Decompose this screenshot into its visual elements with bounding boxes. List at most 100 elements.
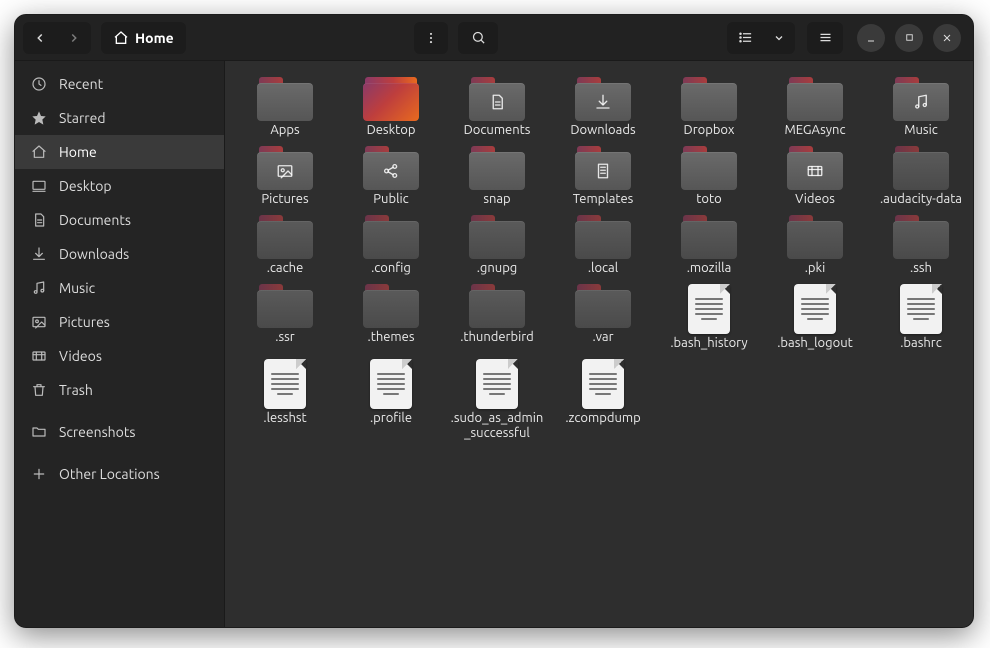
file-item--zcompdump[interactable]: .zcompdump — [553, 357, 653, 441]
file-manager-window: Home — [14, 14, 974, 628]
folder-item--ssr[interactable]: .ssr — [235, 282, 335, 351]
sidebar-item-label: Other Locations — [59, 466, 160, 482]
folder-item--pki[interactable]: .pki — [765, 213, 865, 276]
folder-item-dropbox[interactable]: Dropbox — [659, 75, 759, 138]
item-label: .pki — [805, 261, 826, 276]
maximize-button[interactable] — [895, 24, 923, 52]
folder-item--audacity-data[interactable]: .audacity-data — [871, 144, 971, 207]
hidden-folder-icon — [257, 215, 313, 259]
file-icon — [476, 359, 518, 409]
folder-item-apps[interactable]: Apps — [235, 75, 335, 138]
template-icon — [594, 162, 612, 180]
view-dropdown-button[interactable] — [763, 22, 795, 54]
file-item--profile[interactable]: .profile — [341, 357, 441, 441]
folder-item-downloads[interactable]: Downloads — [553, 75, 653, 138]
folder-item--mozilla[interactable]: .mozilla — [659, 213, 759, 276]
folder-icon — [363, 146, 419, 190]
sidebar-item-screenshots[interactable]: Screenshots — [15, 415, 224, 449]
minimize-button[interactable] — [857, 24, 885, 52]
item-label: .ssh — [910, 261, 932, 276]
file-item--sudo-as-admin-successful[interactable]: .sudo_as_admin_successful — [447, 357, 547, 441]
folder-icon — [469, 146, 525, 190]
file-item--lesshst[interactable]: .lesshst — [235, 357, 335, 441]
folder-item--var[interactable]: .var — [553, 282, 653, 351]
sidebar-item-home[interactable]: Home — [15, 135, 224, 169]
item-label: MEGAsync — [784, 123, 845, 138]
sidebar-item-music[interactable]: Music — [15, 271, 224, 305]
document-icon — [31, 212, 47, 228]
folder-item-pictures[interactable]: Pictures — [235, 144, 335, 207]
folder-item-videos[interactable]: Videos — [765, 144, 865, 207]
sidebar: Recent Starred Home Desktop Documents Do… — [15, 61, 225, 627]
back-button[interactable] — [23, 22, 57, 54]
folder-icon — [787, 146, 843, 190]
sidebar-item-starred[interactable]: Starred — [15, 101, 224, 135]
sidebar-item-label: Starred — [59, 110, 106, 126]
folder-item--cache[interactable]: .cache — [235, 213, 335, 276]
folder-item-megasync[interactable]: MEGAsync — [765, 75, 865, 138]
video-icon — [806, 162, 824, 180]
sidebar-item-label: Trash — [59, 382, 93, 398]
file-icon — [688, 284, 730, 334]
item-label: .lesshst — [263, 411, 306, 426]
document-icon — [488, 93, 506, 111]
folder-icon — [469, 77, 525, 121]
item-label: .ssr — [275, 330, 294, 345]
chevron-right-icon — [67, 31, 81, 45]
folder-item--ssh[interactable]: .ssh — [871, 213, 971, 276]
folder-item--thunderbird[interactable]: .thunderbird — [447, 282, 547, 351]
path-bar[interactable]: Home — [101, 22, 186, 54]
folder-item--themes[interactable]: .themes — [341, 282, 441, 351]
forward-button[interactable] — [57, 22, 91, 54]
folder-item--gnupg[interactable]: .gnupg — [447, 213, 547, 276]
sidebar-item-desktop[interactable]: Desktop — [15, 169, 224, 203]
sidebar-item-downloads[interactable]: Downloads — [15, 237, 224, 271]
hidden-folder-icon — [575, 284, 631, 328]
folder-icon — [575, 146, 631, 190]
sidebar-item-videos[interactable]: Videos — [15, 339, 224, 373]
hidden-folder-icon — [469, 215, 525, 259]
file-item--bashrc[interactable]: .bashrc — [871, 282, 971, 351]
music-icon — [912, 93, 930, 111]
folder-item--config[interactable]: .config — [341, 213, 441, 276]
list-view-button[interactable] — [727, 22, 763, 54]
folder-item-public[interactable]: Public — [341, 144, 441, 207]
item-label: .thunderbird — [460, 330, 534, 345]
search-button[interactable] — [458, 22, 498, 54]
close-button[interactable] — [933, 24, 961, 52]
file-item--bash-logout[interactable]: .bash_logout — [765, 282, 865, 351]
sidebar-item-pictures[interactable]: Pictures — [15, 305, 224, 339]
folder-item-documents[interactable]: Documents — [447, 75, 547, 138]
icon-grid: Apps Desktop DocumentsDownloadsDropbox MEGA… — [235, 75, 963, 441]
sidebar-item-label: Desktop — [59, 178, 112, 194]
folder-item-toto[interactable]: toto — [659, 144, 759, 207]
file-icon — [370, 359, 412, 409]
sidebar-item-other-locations[interactable]: Other Locations — [15, 457, 224, 491]
location-menu-button[interactable] — [414, 22, 448, 54]
download-icon — [594, 93, 612, 111]
download-icon — [31, 246, 47, 262]
item-label: Desktop — [367, 123, 416, 138]
search-icon — [471, 30, 486, 45]
folder-item-desktop[interactable]: Desktop — [341, 75, 441, 138]
hidden-folder-icon — [893, 215, 949, 259]
folder-icon — [787, 77, 843, 121]
folder-item-music[interactable]: Music — [871, 75, 971, 138]
hidden-folder-icon — [469, 284, 525, 328]
maximize-icon — [904, 32, 915, 43]
hamburger-menu-button[interactable] — [807, 22, 843, 54]
hidden-folder-icon — [575, 215, 631, 259]
item-label: Apps — [270, 123, 299, 138]
content-area[interactable]: Apps Desktop DocumentsDownloadsDropbox MEGA… — [225, 61, 973, 627]
folder-item-snap[interactable]: snap — [447, 144, 547, 207]
path-label: Home — [135, 30, 174, 46]
kebab-icon — [424, 31, 438, 45]
item-label: Videos — [795, 192, 835, 207]
folder-item-templates[interactable]: Templates — [553, 144, 653, 207]
sidebar-item-recent[interactable]: Recent — [15, 67, 224, 101]
folder-item--local[interactable]: .local — [553, 213, 653, 276]
file-item--bash-history[interactable]: .bash_history — [659, 282, 759, 351]
sidebar-item-documents[interactable]: Documents — [15, 203, 224, 237]
sidebar-item-trash[interactable]: Trash — [15, 373, 224, 407]
music-icon — [31, 280, 47, 296]
